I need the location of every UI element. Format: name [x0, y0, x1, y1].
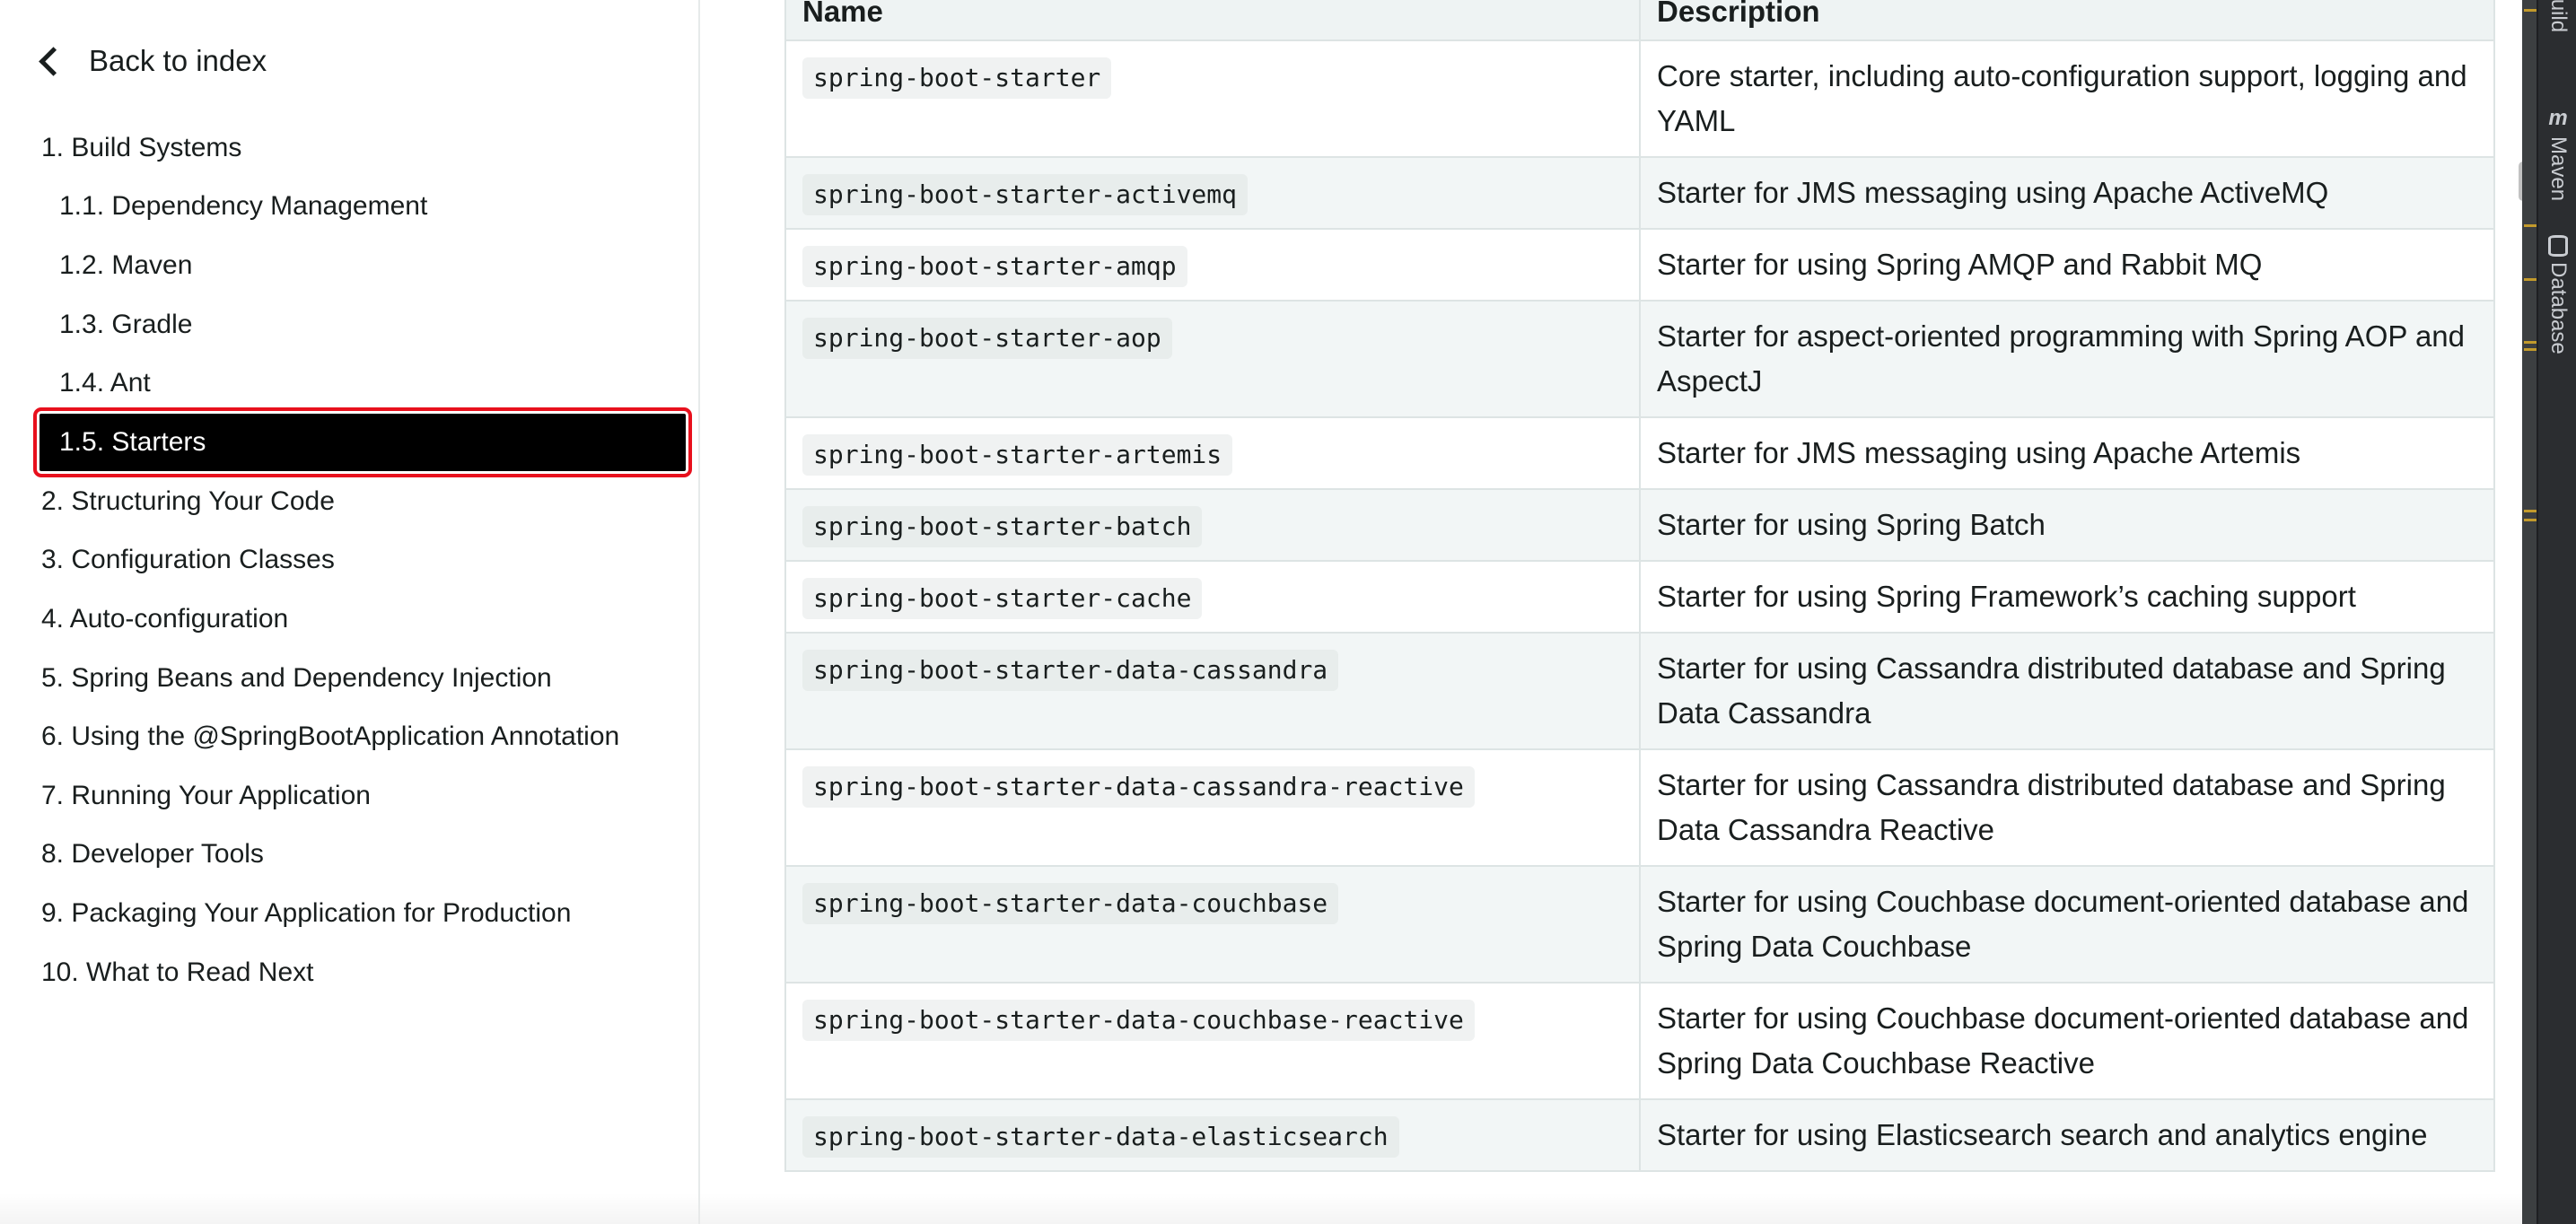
table-row: spring-boot-starter-data-couchbase Starte…	[784, 865, 2495, 984]
starter-name-cell: spring-boot-starter-artemis	[784, 416, 1641, 490]
table-row: spring-boot-starter-data-elasticsearch St…	[784, 1098, 2495, 1172]
starter-name-code: spring-boot-starter-activemq	[802, 174, 1249, 215]
starter-name-cell: spring-boot-starter-data-cassandra	[784, 632, 1641, 750]
database-icon	[2548, 235, 2568, 257]
starter-name-cell: spring-boot-starter-aop	[784, 300, 1641, 418]
starter-name-cell: spring-boot-starter-cache	[784, 560, 1641, 634]
table-row: spring-boot-starter-aop Starter for aspec…	[784, 300, 2495, 418]
starter-name-cell: spring-boot-starter-data-couchbase-react…	[784, 982, 1641, 1100]
starter-description-cell: Starter for using Elasticsearch search a…	[1639, 1098, 2495, 1172]
starter-name-cell: spring-boot-starter-data-couchbase	[784, 865, 1641, 984]
column-header-description: Description	[1639, 0, 2495, 41]
starter-name-cell: spring-boot-starter-activemq	[784, 156, 1641, 230]
toc-list: 1. Build Systems 1.1. Dependency Manageme…	[25, 118, 692, 1002]
table-row: spring-boot-starter-batch Starter for usi…	[784, 488, 2495, 562]
toc-item[interactable]: 7. Running Your Application	[25, 766, 686, 826]
toc-item[interactable]: 2. Structuring Your Code	[25, 472, 686, 531]
main-content: Name Description spring-boot-starter Core…	[702, 0, 2533, 1224]
starter-name-cell: spring-boot-starter-amqp	[784, 228, 1641, 302]
toc-item-active[interactable]: 1.5. Starters	[33, 407, 692, 477]
starter-name-code: spring-boot-starter-data-couchbase-react…	[802, 1000, 1475, 1041]
starter-name-cell: spring-boot-starter-data-cassandra-react…	[784, 748, 1641, 867]
table-row: spring-boot-starter-data-cassandra Starte…	[784, 632, 2495, 750]
ide-tab-ant-build-label: Ant Build	[2545, 0, 2571, 32]
starter-name-code: spring-boot-starter-artemis	[802, 434, 1233, 476]
ide-tab-ant-build[interactable]: Ant Build	[2538, 0, 2576, 32]
toc-item[interactable]: 1. Build Systems	[25, 118, 686, 178]
toc-item[interactable]: 6. Using the @SpringBootApplication Anno…	[25, 707, 686, 766]
ide-tab-database-label: Database	[2546, 262, 2571, 354]
starter-name-cell: spring-boot-starter	[784, 39, 1641, 158]
starter-description-cell: Starter for aspect-oriented programming …	[1639, 300, 2495, 418]
chevron-left-icon	[39, 46, 68, 76]
starter-description-cell: Starter for JMS messaging using Apache A…	[1639, 156, 2495, 230]
table-row: spring-boot-starter Core starter, includi…	[784, 39, 2495, 158]
toc-item[interactable]: 3. Configuration Classes	[25, 531, 686, 590]
table-row: spring-boot-starter-amqp Starter for usin…	[784, 228, 2495, 302]
toc-item[interactable]: 1.3. Gradle	[25, 295, 686, 354]
starter-name-code: spring-boot-starter-data-cassandra-react…	[802, 766, 1475, 808]
ide-tab-maven-label: Maven	[2546, 136, 2571, 202]
starters-table: Name Description spring-boot-starter Core…	[784, 0, 2495, 1172]
starter-name-code: spring-boot-starter-amqp	[802, 246, 1187, 287]
starter-name-cell: spring-boot-starter-batch	[784, 488, 1641, 562]
starter-description-cell: Starter for using Couchbase document-ori…	[1639, 865, 2495, 984]
starter-name-cell: spring-boot-starter-data-elasticsearch	[784, 1098, 1641, 1172]
starter-name-code: spring-boot-starter-batch	[802, 506, 1203, 547]
ide-tab-maven[interactable]: m Maven	[2538, 106, 2576, 201]
toc-item[interactable]: 5. Spring Beans and Dependency Injection	[25, 649, 686, 708]
starter-description-cell: Starter for using Cassandra distributed …	[1639, 748, 2495, 867]
starter-description-cell: Starter for JMS messaging using Apache A…	[1639, 416, 2495, 490]
starter-description-cell: Starter for using Spring Framework’s cac…	[1639, 560, 2495, 634]
table-row: spring-boot-starter-data-couchbase-react…	[784, 982, 2495, 1100]
starter-name-code: spring-boot-starter-cache	[802, 578, 1203, 619]
toc-item[interactable]: 4. Auto-configuration	[25, 590, 686, 649]
starter-description-cell: Starter for using Spring AMQP and Rabbit…	[1639, 228, 2495, 302]
starter-description-cell: Core starter, including auto-configurati…	[1639, 39, 2495, 158]
toc-item[interactable]: 9. Packaging Your Application for Produc…	[25, 884, 686, 943]
toc-item[interactable]: 8. Developer Tools	[25, 826, 686, 885]
table-row: spring-boot-starter-artemis Starter for J…	[784, 416, 2495, 490]
back-to-index-link[interactable]: Back to index	[36, 36, 267, 86]
browser-viewport: Back to index 1. Build Systems 1.1. Depen…	[0, 0, 2576, 1224]
toc-item[interactable]: 10. What to Read Next	[25, 943, 686, 1002]
column-header-name: Name	[784, 0, 1641, 41]
table-row: spring-boot-starter-activemq Starter for …	[784, 156, 2495, 230]
maven-icon: m	[2548, 106, 2568, 130]
ide-tool-window-bar: Ant Build m Maven Database	[2537, 0, 2576, 1224]
starter-description-cell: Starter for using Cassandra distributed …	[1639, 632, 2495, 750]
toc-sidebar: Back to index 1. Build Systems 1.1. Depen…	[0, 0, 700, 1224]
ide-tab-database[interactable]: Database	[2538, 235, 2576, 354]
starter-description-cell: Starter for using Spring Batch	[1639, 488, 2495, 562]
starter-name-code: spring-boot-starter-data-couchbase	[802, 883, 1339, 924]
table-header-row: Name Description	[784, 0, 2495, 41]
table-row: spring-boot-starter-cache Starter for usi…	[784, 560, 2495, 634]
back-to-index-label: Back to index	[89, 44, 267, 77]
starter-name-code: spring-boot-starter-data-cassandra	[802, 650, 1339, 691]
starter-name-code: spring-boot-starter	[802, 57, 1112, 99]
toc-item[interactable]: 1.2. Maven	[25, 236, 686, 295]
starter-name-code: spring-boot-starter-aop	[802, 318, 1172, 359]
table-row: spring-boot-starter-data-cassandra-react…	[784, 748, 2495, 867]
toc-item[interactable]: 1.4. Ant	[25, 354, 686, 413]
starter-name-code: spring-boot-starter-data-elasticsearch	[802, 1116, 1399, 1158]
toc-item[interactable]: 1.1. Dependency Management	[25, 178, 686, 237]
starter-description-cell: Starter for using Couchbase document-ori…	[1639, 982, 2495, 1100]
